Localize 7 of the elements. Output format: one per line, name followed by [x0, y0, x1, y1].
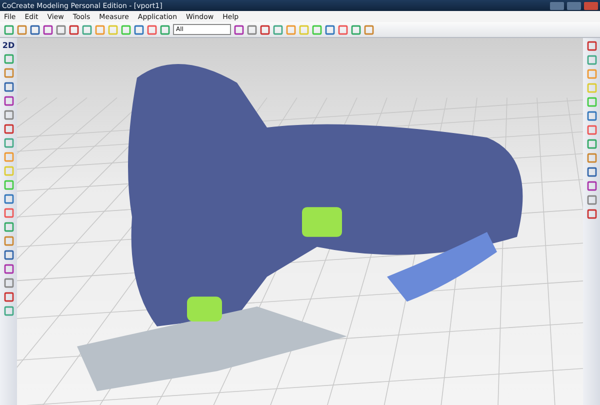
rectangle-icon[interactable]: [4, 292, 14, 302]
maximize-button[interactable]: [567, 2, 581, 10]
rectangle-icon[interactable]: [4, 68, 14, 78]
minimize-button[interactable]: [550, 2, 564, 10]
mode-label[interactable]: 2D: [2, 41, 15, 50]
square-icon[interactable]: [586, 97, 596, 107]
close-button[interactable]: [584, 2, 598, 10]
